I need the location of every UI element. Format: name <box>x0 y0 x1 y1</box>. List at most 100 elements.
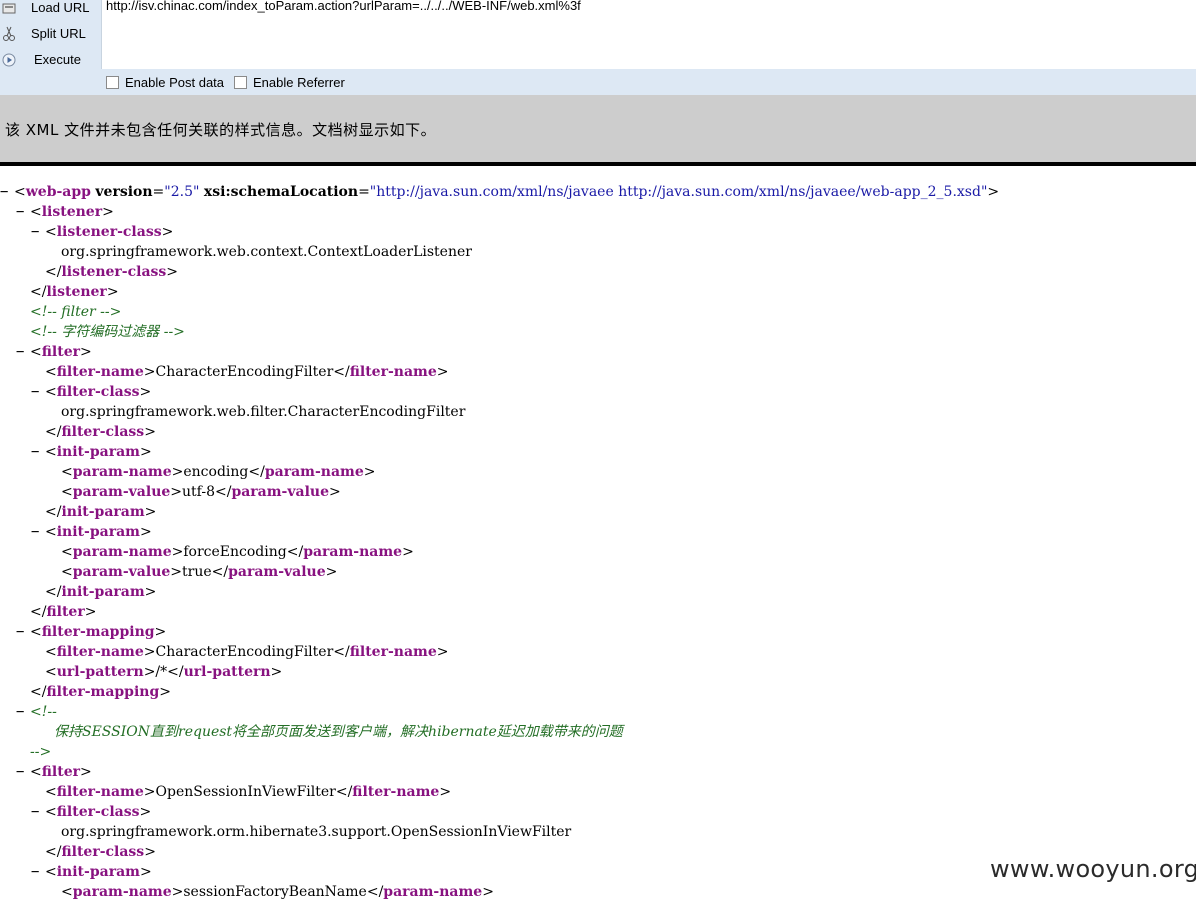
collapse-toggle[interactable]: − <box>16 622 30 642</box>
xml-line: </filter> <box>30 604 97 620</box>
tag-name: listener-class <box>61 264 167 280</box>
xml-line: </init-param> <box>45 584 157 600</box>
xml-line: <param-value>true</param-value> <box>61 564 338 580</box>
tag-name: filter-name <box>56 784 144 800</box>
xml-line: − <init-param> <box>31 522 152 542</box>
enable-post-checkbox[interactable]: Enable Post data <box>106 75 224 90</box>
text-node: CharacterEncodingFilter <box>155 364 334 380</box>
text-node: encoding <box>183 464 249 480</box>
play-icon <box>1 52 17 68</box>
tag-name: param-name <box>72 544 172 560</box>
xml-line: </listener-class> <box>45 264 179 280</box>
referrer-checkbox-box[interactable] <box>234 76 247 89</box>
xml-line: <param-name>forceEncoding</param-name> <box>61 544 414 560</box>
comment-text: --> <box>30 744 52 760</box>
xml-line: </filter-class> <box>45 424 156 440</box>
collapse-toggle[interactable]: − <box>31 222 45 242</box>
tag-name: url-pattern <box>183 664 271 680</box>
collapse-toggle[interactable]: − <box>31 382 45 402</box>
tag-name: filter-name <box>349 364 437 380</box>
collapse-toggle[interactable]: − <box>16 702 30 722</box>
tag-name: param-name <box>72 884 172 900</box>
collapse-toggle[interactable]: − <box>16 202 30 222</box>
text-node: org.springframework.orm.hibernate3.suppo… <box>61 824 572 840</box>
collapse-toggle[interactable]: − <box>0 182 14 202</box>
attr-name: xsi:schemaLocation <box>203 184 359 200</box>
xml-line: </filter-class> <box>45 844 156 860</box>
collapse-toggle[interactable]: − <box>31 522 45 542</box>
xml-line: org.springframework.orm.hibernate3.suppo… <box>61 822 571 842</box>
tag-name: filter-name <box>56 644 144 660</box>
tag-name: init-param <box>56 864 140 880</box>
xml-line: − <filter-class> <box>31 382 152 402</box>
scissors-icon <box>1 26 17 42</box>
watermark: www.wooyun.org <box>990 855 1196 883</box>
text-node: sessionFactoryBeanName <box>183 884 367 900</box>
text-node: forceEncoding <box>183 544 287 560</box>
xml-tree: − <web-app version="2.5" xsi:schemaLocati… <box>0 166 1196 900</box>
tag-name: init-param <box>56 524 140 540</box>
url-value: http://isv.chinac.com/index_toParam.acti… <box>106 0 581 13</box>
tag-name: filter-name <box>56 364 144 380</box>
tag-name: param-value <box>228 564 326 580</box>
collapse-toggle[interactable]: − <box>16 762 30 782</box>
hackbar-side-panel: Load URL Split URL Execute <box>0 0 101 69</box>
text-node: CharacterEncodingFilter <box>155 644 334 660</box>
comment-text: 保持SESSION直到request将全部页面发送到客户端，解决hibernat… <box>54 724 623 740</box>
tag-name: filter-class <box>61 424 145 440</box>
enable-referrer-checkbox[interactable]: Enable Referrer <box>234 75 345 90</box>
tag-name: filter <box>41 344 80 360</box>
execute-button[interactable]: Execute <box>0 48 101 71</box>
tag-name: param-value <box>231 484 329 500</box>
tag-name: filter-name <box>352 784 440 800</box>
notice-text: 该 XML 文件并未包含任何关联的样式信息。文档树显示如下。 <box>5 121 437 139</box>
xml-line: <url-pattern>/*</url-pattern> <box>45 664 283 680</box>
load-url-button[interactable]: Load URL <box>0 0 101 19</box>
url-textarea[interactable]: http://isv.chinac.com/index_toParam.acti… <box>101 0 1196 69</box>
tag-name: filter-class <box>61 844 145 860</box>
tag-name: url-pattern <box>56 664 144 680</box>
text-node: OpenSessionInViewFilter <box>155 784 336 800</box>
attr-value: "http://java.sun.com/xml/ns/javaee http:… <box>369 184 988 200</box>
options-bar: Enable Post data Enable Referrer <box>0 69 1196 95</box>
tag-name: filter <box>41 764 80 780</box>
hackbar-toolbar: Load URL Split URL Execute http://isv.ch… <box>0 0 1196 95</box>
text-node: /* <box>155 664 168 680</box>
xml-comment: − <!-- <box>16 702 57 722</box>
tag-name: param-value <box>72 484 171 500</box>
tag-name: filter <box>46 604 85 620</box>
post-checkbox-box[interactable] <box>106 76 119 89</box>
xml-line: org.springframework.web.context.ContextL… <box>61 242 472 262</box>
collapse-toggle[interactable]: − <box>31 802 45 822</box>
tag-name: web-app <box>25 184 91 200</box>
attr-value: "2.5" <box>164 184 200 200</box>
xml-line-root: − <web-app version="2.5" xsi:schemaLocati… <box>0 182 1000 202</box>
tag-name: filter-class <box>56 384 140 400</box>
xml-comment: 保持SESSION直到request将全部页面发送到客户端，解决hibernat… <box>54 722 623 742</box>
collapse-toggle[interactable]: − <box>31 442 45 462</box>
comment-text: <!-- 字符编码过滤器 --> <box>30 324 185 340</box>
xml-comment: <!-- filter --> <box>30 302 121 322</box>
tag-name: filter-mapping <box>41 624 155 640</box>
split-url-button[interactable]: Split URL <box>0 22 101 45</box>
collapse-toggle[interactable]: − <box>31 862 45 882</box>
xml-line: − <init-param> <box>31 862 152 882</box>
tag-name: filter-class <box>56 804 140 820</box>
xml-line: org.springframework.web.filter.Character… <box>61 402 465 422</box>
comment-text: <!-- filter --> <box>30 304 122 320</box>
enable-post-label: Enable Post data <box>125 75 225 90</box>
xml-line: </filter-mapping> <box>30 684 171 700</box>
xml-line: − <filter> <box>16 762 92 782</box>
xml-line: <param-name>sessionFactoryBeanName</para… <box>61 884 494 900</box>
xml-comment: <!-- 字符编码过滤器 --> <box>30 322 185 342</box>
xml-line: − <listener-class> <box>31 222 174 242</box>
text-node: true <box>182 564 212 580</box>
xml-comment: --> <box>30 742 51 762</box>
collapse-toggle[interactable]: − <box>16 342 30 362</box>
tag-name: param-name <box>264 464 364 480</box>
tag-name: listener <box>41 204 103 220</box>
tag-name: listener-class <box>56 224 162 240</box>
xml-line: <filter-name>CharacterEncodingFilter</fi… <box>45 364 449 380</box>
text-node: utf-8 <box>182 484 215 500</box>
tag-name: init-param <box>56 444 140 460</box>
